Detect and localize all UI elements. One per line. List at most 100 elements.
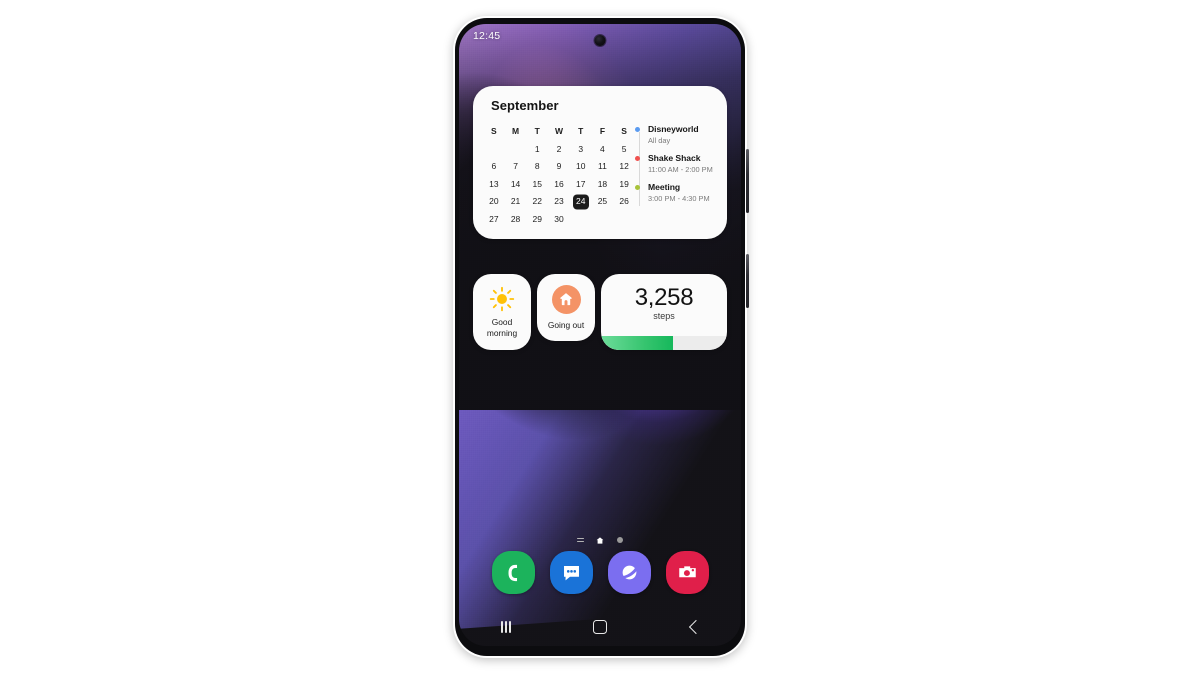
steps-progress-fill [601,336,673,350]
calendar-day-cell [613,211,635,229]
calendar-day-cell[interactable]: 30 [548,211,570,229]
phone-screen: 12:45 September S M T W T F S 1 2 3 4 5 … [459,24,741,646]
back-button[interactable] [671,612,717,642]
power-button[interactable] [746,254,749,308]
camera-icon [678,566,696,578]
today-number: 24 [575,196,586,206]
calendar-day-cell[interactable]: 27 [483,211,505,229]
calendar-day-cell[interactable]: 26 [613,193,635,211]
calendar-day-cell[interactable]: 12 [613,158,635,176]
list-item[interactable]: Meeting 3:00 PM - 4:30 PM [635,182,717,204]
home-button[interactable] [577,612,623,642]
phone-icon [508,564,518,581]
calendar-day-cell[interactable]: 8 [526,158,548,176]
calendar-day-cell[interactable]: 22 [526,193,548,211]
routine-widget-label: Going out [547,319,585,330]
page-indicator [459,536,741,544]
calendar-day-cell[interactable]: 25 [592,193,614,211]
steps-progress-track [601,336,727,350]
calendar-day-cell[interactable]: 10 [570,158,592,176]
calendar-day-cell[interactable]: 21 [505,193,527,211]
calendar-day-cell[interactable]: 23 [548,193,570,211]
event-title: Shake Shack [648,153,701,163]
back-chevron-icon [688,619,703,635]
calendar-day-cell[interactable]: 20 [483,193,505,211]
dot-icon [617,537,623,543]
calendar-day-cell[interactable]: 11 [592,158,614,176]
event-color-dot [635,156,640,161]
calendar-day-headers: S M T W T F S [483,123,635,141]
calendar-day-cell[interactable]: 7 [505,158,527,176]
day-header: S [621,126,627,136]
calendar-widget[interactable]: September S M T W T F S 1 2 3 4 5 6 7 8 … [473,86,727,239]
calendar-day-cell[interactable]: 2 [548,141,570,159]
calendar-week-row: 27 28 29 30 [483,211,635,229]
calendar-day-cell[interactable]: 17 [570,176,592,194]
routine-icon-circle [551,284,581,314]
page-indicator-samsung-free[interactable] [576,536,584,544]
event-color-dot [635,185,640,190]
event-title: Meeting [648,182,681,192]
calendar-day-cell[interactable]: 16 [548,176,570,194]
day-header: W [554,126,563,136]
list-item[interactable]: Disneyworld All day [635,124,717,146]
widget-tile-row: Good morning Going out 3,258 steps [473,274,727,350]
calendar-day-cell [570,211,592,229]
calendar-day-cell [505,141,527,159]
steps-count: 3,258 [634,284,694,311]
calendar-day-cell-today[interactable]: 24 [570,193,592,211]
list-item[interactable]: Shake Shack 11:00 AM - 2:00 PM [635,153,717,175]
calendar-week-row: 6 7 8 9 10 11 12 [483,158,635,176]
dock [459,551,741,594]
calendar-day-cell[interactable]: 29 [526,211,548,229]
message-bubble-icon [563,565,579,581]
routine-widget[interactable]: Going out [537,274,595,341]
calendar-day-cell[interactable]: 5 [613,141,635,159]
greeting-line-2: morning [486,327,518,338]
day-header: M [512,126,520,136]
dock-app-internet[interactable] [607,551,651,594]
event-time: All day [648,136,671,145]
calendar-day-cell[interactable]: 13 [483,176,505,194]
calendar-grid: S M T W T F S 1 2 3 4 5 6 7 8 9 10 11 12… [483,123,635,228]
lines-icon [576,537,584,543]
calendar-day-cell[interactable]: 3 [570,141,592,159]
day-header: T [578,126,584,136]
calendar-day-cell[interactable]: 14 [505,176,527,194]
dock-app-camera[interactable] [665,551,709,594]
status-bar-clock: 12:45 [473,30,501,42]
calendar-day-cell[interactable]: 19 [613,176,635,194]
sun-icon [489,286,515,312]
event-title: Disneyworld [648,124,699,134]
screenshot-canvas: 12:45 September S M T W T F S 1 2 3 4 5 … [0,0,1200,675]
front-camera-punch-hole [594,35,606,46]
page-indicator-apps[interactable] [616,536,624,544]
greeting-line-1: Good [491,317,513,327]
weather-greeting-widget[interactable]: Good morning [473,274,531,350]
calendar-day-cell[interactable]: 28 [505,211,527,229]
home-square-icon [592,619,608,635]
calendar-day-cell[interactable]: 15 [526,176,548,194]
calendar-week-row: 1 2 3 4 5 [483,141,635,159]
event-time: 11:00 AM - 2:00 PM [648,165,713,174]
weather-widget-label: Good morning [487,317,517,338]
calendar-day-cell[interactable]: 18 [592,176,614,194]
day-header: S [491,126,497,136]
calendar-day-cell[interactable]: 1 [526,141,548,159]
phone-frame: 12:45 September S M T W T F S 1 2 3 4 5 … [453,16,749,658]
recents-button[interactable] [483,612,529,642]
day-header: F [599,126,606,136]
steps-unit-label: steps [653,311,675,321]
volume-button[interactable] [746,149,749,213]
dock-app-messages[interactable] [549,551,593,594]
page-indicator-home[interactable] [596,536,604,544]
calendar-widget-body: S M T W T F S 1 2 3 4 5 6 7 8 9 10 11 12… [473,123,727,228]
calendar-day-cell[interactable]: 4 [592,141,614,159]
calendar-week-row: 13 14 15 16 17 18 19 [483,176,635,194]
planet-icon [619,565,638,580]
dock-app-phone[interactable] [491,551,535,594]
calendar-week-row: 20 21 22 23 24 25 26 [483,193,635,211]
steps-widget[interactable]: 3,258 steps [601,274,727,350]
calendar-day-cell[interactable]: 9 [548,158,570,176]
calendar-day-cell[interactable]: 6 [483,158,505,176]
